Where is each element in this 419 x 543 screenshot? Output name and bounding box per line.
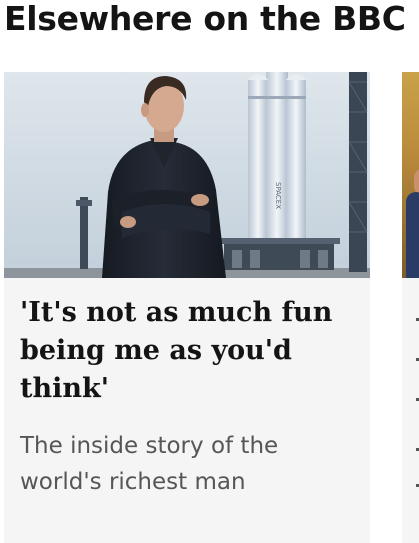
rocket-label: SPACEX (274, 182, 282, 209)
next-story-image[interactable] (402, 72, 419, 278)
story-headline[interactable]: 'It's not as much fun being me as you'd … (20, 294, 360, 408)
next-story-card-partial[interactable] (402, 72, 419, 543)
next-story-figure (406, 192, 419, 278)
story-summary: The inside story of the world's richest … (20, 433, 279, 495)
story-image[interactable]: SPACEX (4, 72, 370, 278)
elsewhere-on-bbc-section: Elsewhere on the BBC SPACEX 'It's not as… (0, 0, 419, 543)
story-card[interactable]: SPACEX 'It's not as much fun being me as… (4, 72, 370, 543)
section-title: Elsewhere on the BBC (4, 0, 406, 38)
